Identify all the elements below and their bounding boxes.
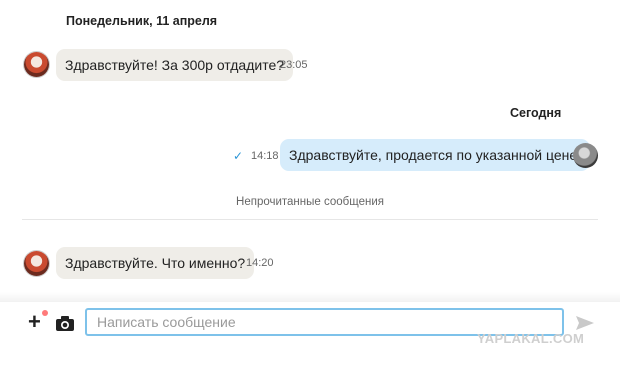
read-check-icon: ✓ — [233, 149, 244, 163]
date-separator: Сегодня — [510, 106, 562, 120]
message-bubble-incoming: Здравствуйте! За 300р отдадите? — [56, 49, 294, 81]
message-time: 23:05 — [280, 59, 308, 71]
message-time: 14:18 — [251, 150, 279, 162]
composer-separator — [0, 292, 620, 302]
message-bubble-outgoing: Здравствуйте, продается по указанной цен… — [280, 139, 591, 171]
user-avatar[interactable] — [573, 143, 598, 168]
send-icon[interactable] — [576, 316, 594, 330]
contact-avatar[interactable] — [24, 52, 49, 77]
unread-messages-divider: Непрочитанные сообщения — [236, 196, 384, 208]
date-separator: Понедельник, 11 апреля — [66, 14, 218, 28]
watermark: YAPLAKAL.COM — [477, 331, 585, 346]
camera-icon[interactable] — [56, 316, 74, 331]
message-bubble-incoming: Здравствуйте. Что именно? — [56, 247, 255, 279]
contact-avatar[interactable] — [24, 251, 49, 276]
plus-icon[interactable]: + — [28, 311, 41, 333]
notification-dot — [42, 310, 48, 316]
divider — [22, 219, 598, 220]
message-time: 14:20 — [246, 257, 274, 269]
